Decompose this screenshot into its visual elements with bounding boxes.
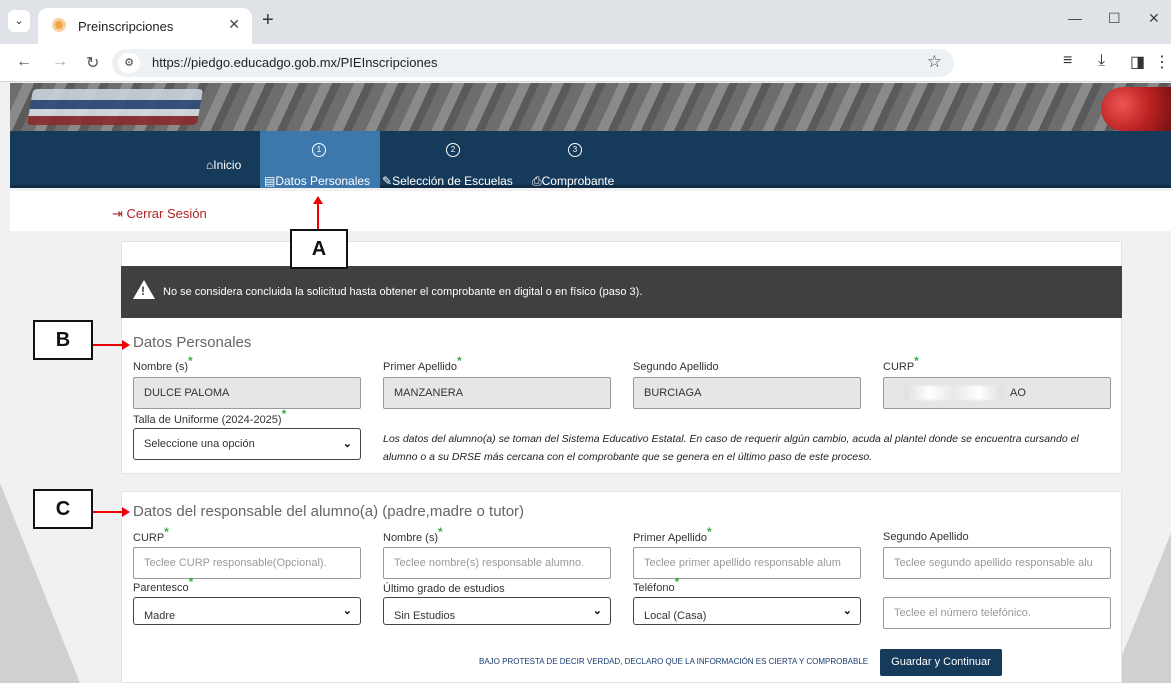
label-curp: CURP*: [883, 354, 919, 373]
declaration-text: BAJO PROTESTA DE DECIR VERDAD, DECLARO Q…: [479, 657, 869, 666]
chevron-down-icon: ⌄: [342, 438, 352, 450]
step-navbar: ⌂Inicio 1 2 3 ▤Datos Personales ✎Selecci…: [10, 131, 1171, 188]
resp-primer-apellido-input[interactable]: Teclee primer apellido responsable alum: [633, 547, 861, 579]
section-title-personal: Datos Personales: [133, 334, 252, 351]
side-panel-icon[interactable]: ◨: [1130, 52, 1145, 72]
label-nombre: Nombre (s)*: [133, 354, 193, 373]
resp-segundo-apellido-input[interactable]: Teclee segundo apellido responsable alu: [883, 547, 1111, 579]
form-icon: ▤: [264, 174, 276, 188]
callout-a-arrow: [317, 203, 319, 229]
logout-icon: ⇥: [112, 206, 127, 221]
printer-icon: ⎙: [532, 174, 542, 188]
logout-label: Cerrar Sesión: [126, 206, 207, 221]
address-bar: ← → ↻ ⚙ https://piedgo.educadgo.gob.mx/P…: [0, 44, 1171, 82]
tab-search-icon[interactable]: ⌄: [8, 10, 30, 32]
close-tab-icon[interactable]: ✕: [228, 16, 240, 33]
banner-decoration: [1101, 87, 1171, 131]
label-resp-primer-apellido: Primer Apellido*: [633, 525, 712, 544]
step-3-circle: 3: [568, 143, 582, 157]
logout-link[interactable]: ⇥ Cerrar Sesión: [112, 206, 207, 222]
callout-b: B: [33, 320, 93, 360]
tab-title: Preinscripciones: [78, 19, 174, 34]
callout-a: A: [290, 229, 348, 269]
talla-select[interactable]: Seleccione una opción ⌄: [133, 428, 361, 460]
telefono-input[interactable]: Teclee el número telefónico.: [883, 597, 1111, 629]
browser-tab-bar: ⌄ Preinscripciones ✕ + — ☐ ✕: [0, 0, 1171, 44]
warning-alert: ! No se considera concluida la solicitud…: [121, 266, 1122, 318]
header-banner: [10, 83, 1171, 131]
tab-label: Comprobante: [541, 174, 615, 188]
reload-icon[interactable]: ↻: [86, 53, 99, 73]
url-box[interactable]: ⚙ https://piedgo.educadgo.gob.mx/PIEInsc…: [112, 49, 954, 77]
pencil-icon: ✎: [382, 174, 393, 188]
info-note: Los datos del alumno(a) se toman del Sis…: [383, 433, 1079, 463]
favicon-icon: [52, 18, 66, 32]
callout-c-arrow: [93, 511, 123, 513]
chevron-down-icon: ⌄: [842, 605, 852, 617]
tab-seleccion-escuelas[interactable]: ✎Selección de Escuelas: [382, 174, 513, 188]
url-text[interactable]: https://piedgo.educadgo.gob.mx/PIEInscri…: [152, 55, 437, 70]
save-continue-button[interactable]: Guardar y Continuar: [880, 649, 1002, 676]
site-info-icon[interactable]: ⚙: [118, 53, 140, 73]
chevron-down-icon: ⌄: [342, 605, 352, 617]
forward-icon[interactable]: →: [52, 53, 68, 71]
label-talla: Talla de Uniforme (2024-2025)*: [133, 407, 287, 426]
maximize-icon[interactable]: ☐: [1108, 10, 1121, 27]
parentesco-select[interactable]: Madre ⌄: [133, 597, 361, 625]
telefono-type-select[interactable]: Local (Casa) ⌄: [633, 597, 861, 625]
grado-select[interactable]: Sin Estudios ⌄: [383, 597, 611, 625]
nav-home[interactable]: ⌂Inicio: [206, 158, 241, 172]
step-1-circle: 1: [312, 143, 326, 157]
label-segundo-apellido: Segundo Apellido: [633, 361, 719, 373]
label-resp-nombre: Nombre (s)*: [383, 525, 443, 544]
reading-list-icon[interactable]: ≡: [1063, 52, 1072, 70]
callout-a-arrowhead: [313, 196, 323, 204]
label-resp-segundo-apellido: Segundo Apellido: [883, 531, 969, 543]
resp-nombre-input[interactable]: Teclee nombre(s) responsable alumno.: [383, 547, 611, 579]
label-parentesco: Parentesco*: [133, 575, 194, 594]
step-2-circle: 2: [446, 143, 460, 157]
bookmark-star-icon[interactable]: ☆: [927, 52, 942, 72]
callout-b-arrow: [93, 344, 123, 346]
warning-mark: !: [141, 284, 145, 298]
tab-label: Datos Personales: [275, 174, 371, 188]
tab-label: Selección de Escuelas: [392, 174, 513, 188]
nav-home-label: Inicio: [213, 158, 242, 172]
nombre-field: DULCE PALOMA: [133, 377, 361, 409]
new-tab-icon[interactable]: +: [262, 9, 274, 32]
back-icon[interactable]: ←: [16, 53, 32, 71]
curp-field: AO: [883, 377, 1111, 409]
primer-apellido-field: MANZANERA: [383, 377, 611, 409]
alert-text: No se considera concluida la solicitud h…: [163, 286, 643, 298]
redacted-text: [904, 386, 1004, 401]
section-title-responsible: Datos del responsable del alumno(a) (pad…: [133, 503, 525, 520]
menu-dots-icon[interactable]: ⋮: [1154, 52, 1170, 72]
callout-b-arrowhead: [122, 340, 130, 350]
tab-datos-personales[interactable]: ▤Datos Personales: [264, 174, 370, 188]
label-primer-apellido: Primer Apellido*: [383, 354, 462, 373]
segundo-apellido-field: BURCIAGA: [633, 377, 861, 409]
browser-tab[interactable]: Preinscripciones ✕: [38, 8, 252, 44]
tab-comprobante[interactable]: ⎙Comprobante: [532, 174, 614, 189]
chevron-down-icon: ⌄: [592, 605, 602, 617]
minimize-icon[interactable]: —: [1068, 10, 1082, 26]
callout-c: C: [33, 489, 93, 529]
label-resp-curp: CURP*: [133, 525, 169, 544]
window-close-icon[interactable]: ✕: [1148, 10, 1160, 27]
books-image: [26, 89, 204, 125]
label-telefono: Teléfono*: [633, 575, 680, 594]
callout-c-arrowhead: [122, 507, 130, 517]
download-icon[interactable]: ⤓: [1098, 52, 1105, 70]
label-grado: Último grado de estudios: [383, 583, 505, 595]
resp-curp-input[interactable]: Teclee CURP responsable(Opcional).: [133, 547, 361, 579]
